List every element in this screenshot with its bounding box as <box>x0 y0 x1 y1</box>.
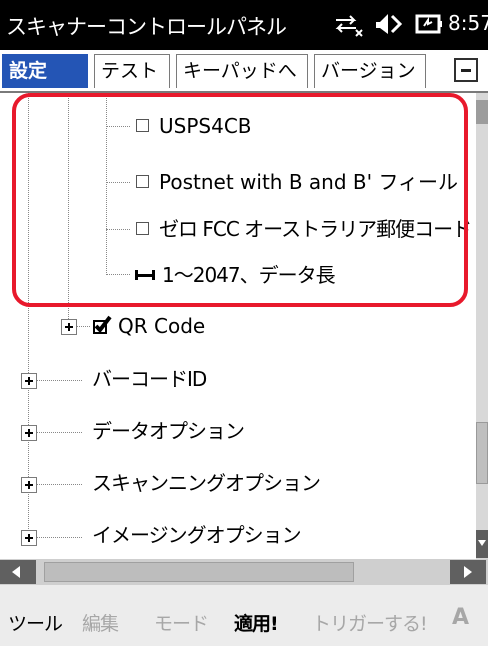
vertical-scrollbar[interactable] <box>476 93 488 559</box>
scroll-down-icon[interactable] <box>476 530 488 558</box>
window-title: スキャナーコントロールパネル <box>6 15 287 39</box>
tree-guide-line <box>36 484 82 485</box>
menu-edit[interactable]: 編集 <box>82 609 119 636</box>
tree-guide-line <box>106 93 107 275</box>
menu-tools[interactable]: ツール <box>8 609 63 636</box>
tree-guide-line <box>76 326 90 327</box>
input-panel-icon[interactable]: A <box>452 605 469 630</box>
tree-guide-line <box>36 537 82 538</box>
expand-icon[interactable] <box>61 319 77 335</box>
expand-icon[interactable] <box>21 373 37 389</box>
expand-icon[interactable] <box>21 477 37 493</box>
tree-item-imaging-options[interactable]: イメージングオプション <box>92 523 302 547</box>
volume-icon[interactable] <box>374 10 404 38</box>
menu-apply[interactable]: 適用! <box>234 609 279 636</box>
checkbox-unchecked[interactable] <box>136 222 149 235</box>
expand-icon[interactable] <box>21 530 37 546</box>
scroll-right-icon[interactable] <box>450 560 486 584</box>
minimize-icon[interactable] <box>454 58 478 82</box>
checkbox-unchecked[interactable] <box>136 175 149 188</box>
settings-tree[interactable]: USPS4CB Postnet with B and B' フィール ゼロ FC… <box>0 93 476 559</box>
soft-key-bar: ツール 編集 モード 適用! トリガーする! A <box>0 585 488 646</box>
horizontal-scroll-thumb[interactable] <box>44 562 354 582</box>
tree-guide-line <box>106 182 130 183</box>
tree-item-data-length[interactable]: 1～2047、データ長 <box>134 263 336 287</box>
tree-item-scanning-options[interactable]: スキャンニングオプション <box>92 471 321 495</box>
tree-guide-line <box>36 432 82 433</box>
tab-test[interactable]: テスト <box>94 54 170 88</box>
tree-item-qr-code[interactable]: QR Code <box>92 314 205 338</box>
expand-icon[interactable] <box>21 425 37 441</box>
tab-strip: 設定 テスト キーパッドへ バージョン <box>0 50 488 93</box>
checkmark-icon[interactable] <box>92 315 112 335</box>
range-icon <box>135 269 155 280</box>
checkbox-unchecked[interactable] <box>136 119 149 132</box>
connectivity-icon[interactable] <box>332 10 366 38</box>
tree-item-usps4cb[interactable]: USPS4CB <box>136 114 252 138</box>
vertical-scroll-thumb[interactable] <box>476 422 488 484</box>
tree-guide-line <box>36 380 82 381</box>
title-bar: スキャナーコントロールパネル 8:57 <box>0 0 488 50</box>
tab-settings[interactable]: 設定 <box>2 54 88 88</box>
tree-item-zero-fcc[interactable]: ゼロ FCC オーストラリア郵便コード <box>136 217 472 241</box>
tree-guide-line <box>106 126 130 127</box>
menu-mode[interactable]: モード <box>154 609 209 636</box>
tree-item-data-options[interactable]: データオプション <box>92 419 245 443</box>
tree-guide-line <box>106 274 130 275</box>
battery-charging-icon[interactable] <box>414 10 444 38</box>
clock[interactable]: 8:57 <box>448 11 488 35</box>
menu-trigger[interactable]: トリガーする! <box>312 609 428 636</box>
tree-guide-line <box>106 229 130 230</box>
tab-keypad[interactable]: キーパッドへ <box>176 54 308 88</box>
tree-guide-line <box>68 93 69 333</box>
scroll-left-icon[interactable] <box>0 560 36 584</box>
tree-item-barcode-id[interactable]: バーコードID <box>92 367 207 391</box>
scroll-up-icon[interactable] <box>476 100 488 124</box>
tab-version[interactable]: バージョン <box>314 54 426 88</box>
tree-item-postnet[interactable]: Postnet with B and B' フィール <box>136 170 458 194</box>
